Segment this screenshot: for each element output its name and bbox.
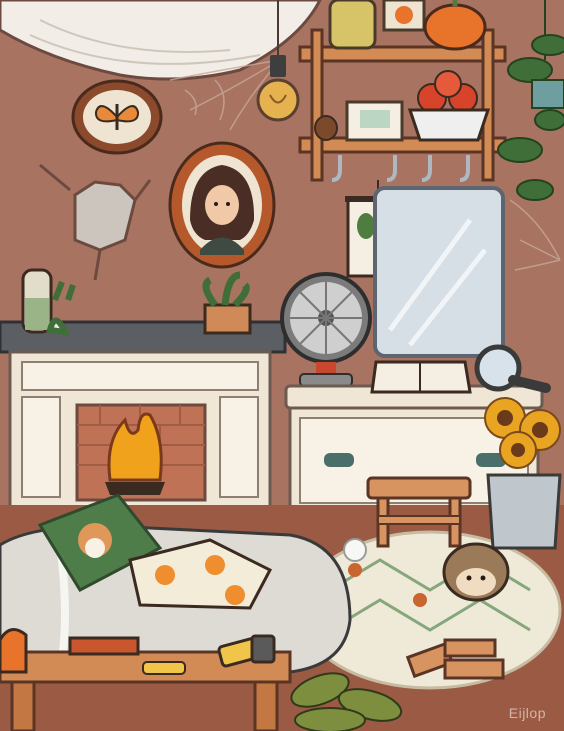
pumpkin-bucket: [0, 628, 28, 674]
room-scene: [0, 0, 564, 731]
light-bulb: [256, 78, 300, 122]
watermark: Eijlop: [508, 705, 546, 721]
mirror: [373, 186, 505, 358]
portrait-frame: [168, 141, 276, 269]
paper-ball: [343, 538, 367, 562]
jar: [328, 0, 377, 50]
book-on-table: [68, 636, 140, 656]
butterfly-frame: [71, 79, 163, 155]
open-book: [370, 360, 472, 394]
hedgehog-icon: [442, 542, 510, 602]
candle-stick: [142, 661, 186, 675]
fireplace: [0, 320, 287, 509]
